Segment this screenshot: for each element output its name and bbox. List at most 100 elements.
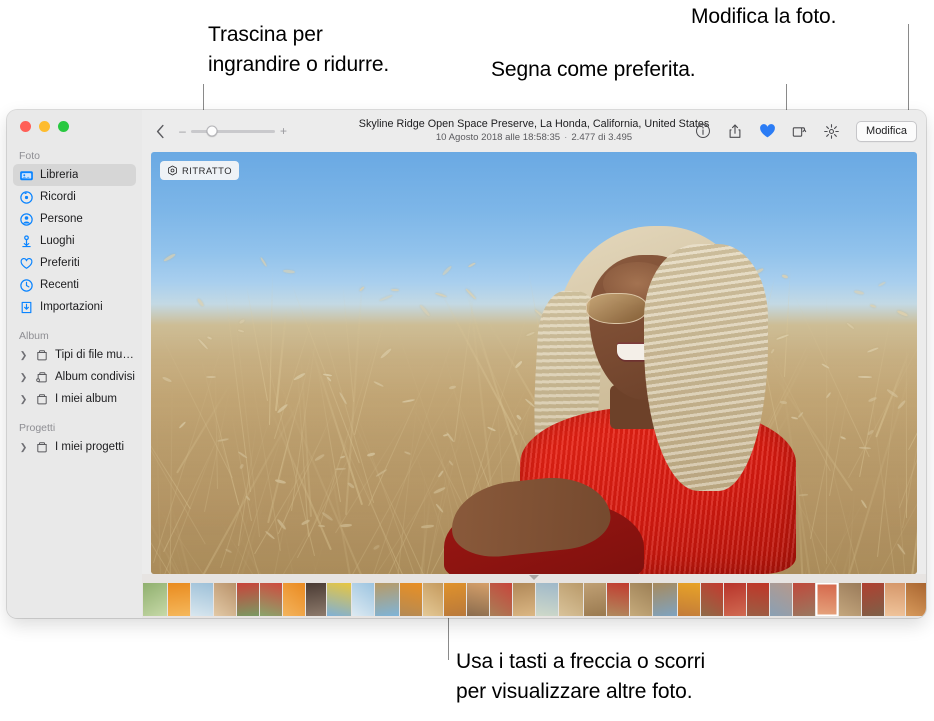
share-icon[interactable] xyxy=(726,122,744,140)
sidebar-item-label: Ricordi xyxy=(40,191,76,203)
filmstrip-thumbnail[interactable] xyxy=(906,583,926,616)
zoom-out-label[interactable]: – xyxy=(179,125,186,137)
filmstrip-thumbnail[interactable] xyxy=(559,583,583,616)
sidebar-item-i-miei-progetti[interactable]: ❯ I miei progetti xyxy=(13,436,136,458)
zoom-in-label[interactable]: + xyxy=(280,125,287,137)
filmstrip-thumbnail[interactable] xyxy=(816,583,838,616)
sidebar-item-libreria[interactable]: Libreria xyxy=(13,164,136,186)
shared-album-icon xyxy=(34,370,49,385)
filmstrip-thumbnail[interactable] xyxy=(327,583,351,616)
minimize-button[interactable] xyxy=(39,121,50,132)
back-button[interactable] xyxy=(152,121,169,141)
sidebar-item-preferiti[interactable]: Preferiti xyxy=(13,252,136,274)
sidebar-item-label: Persone xyxy=(40,213,83,225)
chevron-right-icon[interactable]: ❯ xyxy=(19,372,28,382)
chevron-right-icon[interactable]: ❯ xyxy=(19,350,28,360)
edit-button[interactable]: Modifica xyxy=(856,120,917,142)
sidebar-item-recenti[interactable]: Recenti xyxy=(13,274,136,296)
sidebar-item-i-miei-album[interactable]: ❯ I miei album xyxy=(13,388,136,410)
callout-filmstrip-leader xyxy=(448,614,449,660)
callout-edit: Modifica la foto. xyxy=(691,5,837,28)
sidebar-item-label: I miei album xyxy=(55,393,117,405)
filmstrip-thumbnail[interactable] xyxy=(168,583,190,616)
filmstrip-thumbnail[interactable] xyxy=(467,583,489,616)
chevron-right-icon[interactable]: ❯ xyxy=(19,442,28,452)
grass-seed xyxy=(870,303,877,308)
rotate-icon[interactable] xyxy=(790,122,808,140)
filmstrip-thumbnail[interactable] xyxy=(214,583,236,616)
sidebar-group-title-progetti: Progetti xyxy=(19,422,56,434)
filmstrip-thumbnail[interactable] xyxy=(701,583,723,616)
info-icon[interactable] xyxy=(694,122,712,140)
filmstrip-thumbnail[interactable] xyxy=(839,583,861,616)
sidebar-item-album-condivisi[interactable]: ❯ Album condivisi xyxy=(13,366,136,388)
filmstrip-thumbnail[interactable] xyxy=(607,583,629,616)
grass-seed xyxy=(283,269,296,274)
filmstrip-thumbnail[interactable] xyxy=(770,583,792,616)
grass-seed xyxy=(877,281,887,287)
filmstrip-thumbnail[interactable] xyxy=(536,583,558,616)
filmstrip-thumbnail[interactable] xyxy=(237,583,259,616)
sunglass-lens-left xyxy=(585,292,647,324)
portrait-badge[interactable]: RITRATTO xyxy=(160,161,240,180)
sidebar-item-label: Tipi di file multi... xyxy=(55,349,136,361)
photo-viewer[interactable]: RITRATTO xyxy=(151,152,917,574)
zoom-slider-knob[interactable] xyxy=(206,125,218,137)
window-controls xyxy=(20,121,69,132)
screenshot-root: Trascina per ingrandire o ridurre. Segna… xyxy=(0,0,934,721)
filmstrip-thumbnail[interactable] xyxy=(306,583,326,616)
filmstrip-thumbnail[interactable] xyxy=(260,583,282,616)
subject-braids-right xyxy=(644,243,769,491)
grass-seed xyxy=(391,289,400,292)
toolbar-actions: Modifica xyxy=(694,120,917,142)
subtitle-separator: · xyxy=(564,132,568,144)
filmstrip-thumbnail[interactable] xyxy=(283,583,305,616)
filmstrip-thumbnail[interactable] xyxy=(513,583,535,616)
sidebar-item-importazioni[interactable]: Importazioni xyxy=(13,296,136,318)
import-icon xyxy=(19,300,34,315)
filmstrip-thumbnail[interactable] xyxy=(584,583,606,616)
triangle-down-icon xyxy=(529,575,539,580)
filmstrip[interactable] xyxy=(142,583,926,616)
sidebar-item-persone[interactable]: Persone xyxy=(13,208,136,230)
filmstrip-container[interactable] xyxy=(142,574,926,618)
heart-filled-icon[interactable] xyxy=(758,122,776,140)
sidebar-item-tipi-di-file-multimediali[interactable]: ❯ Tipi di file multi... xyxy=(13,344,136,366)
sidebar-item-luoghi[interactable]: Luoghi xyxy=(13,230,136,252)
grass-seed xyxy=(196,298,205,308)
sidebar-group-title-foto: Foto xyxy=(19,150,41,162)
sidebar-scroll[interactable]: Foto Libreria Ricordi Persone Luoghi Pre… xyxy=(7,150,142,458)
auto-enhance-icon[interactable] xyxy=(822,122,840,140)
filmstrip-thumbnail[interactable] xyxy=(885,583,905,616)
close-button[interactable] xyxy=(20,121,31,132)
filmstrip-thumbnail[interactable] xyxy=(423,583,443,616)
portrait-cube-icon xyxy=(167,165,178,176)
grass-seed xyxy=(854,289,865,295)
grass-seed xyxy=(379,294,393,302)
filmstrip-thumbnail[interactable] xyxy=(793,583,815,616)
filmstrip-thumbnail[interactable] xyxy=(400,583,422,616)
filmstrip-thumbnail[interactable] xyxy=(747,583,769,616)
callout-edit-leader xyxy=(908,24,909,122)
zoom-slider[interactable]: – + xyxy=(179,125,287,137)
filmstrip-thumbnail[interactable] xyxy=(352,583,374,616)
places-pin-icon xyxy=(19,234,34,249)
zoom-slider-track[interactable] xyxy=(191,125,275,137)
filmstrip-thumbnail[interactable] xyxy=(490,583,512,616)
filmstrip-thumbnail[interactable] xyxy=(862,583,884,616)
chevron-right-icon[interactable]: ❯ xyxy=(19,394,28,404)
filmstrip-thumbnail[interactable] xyxy=(630,583,652,616)
filmstrip-thumbnail[interactable] xyxy=(678,583,700,616)
filmstrip-thumbnail[interactable] xyxy=(724,583,746,616)
filmstrip-thumbnail[interactable] xyxy=(444,583,466,616)
maximize-button[interactable] xyxy=(58,121,69,132)
sidebar-item-label: Libreria xyxy=(40,169,79,181)
filmstrip-thumbnail[interactable] xyxy=(191,583,213,616)
filmstrip-thumbnail[interactable] xyxy=(143,583,167,616)
sidebar-item-label: Album condivisi xyxy=(55,371,135,383)
filmstrip-thumbnail[interactable] xyxy=(375,583,399,616)
callout-favorite: Segna come preferita. xyxy=(491,58,696,81)
filmstrip-thumbnail[interactable] xyxy=(653,583,677,616)
sidebar-item-ricordi[interactable]: Ricordi xyxy=(13,186,136,208)
